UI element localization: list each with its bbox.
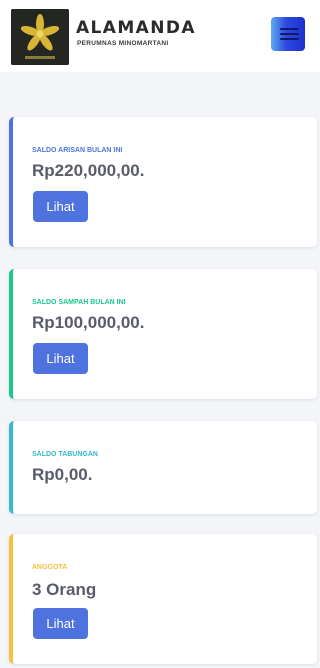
brand-subtitle: PERUMNAS MINOMARTANI [77,40,169,47]
page: ALAMANDA PERUMNAS MINOMARTANI SALDO ARIS… [0,0,320,668]
card-anggota: ANGGOTA 3 Orang Lihat [9,534,317,664]
card-label: ANGGOTA [32,564,68,571]
lihat-anggota-button[interactable]: Lihat [33,608,88,639]
top-navbar: ALAMANDA PERUMNAS MINOMARTANI [0,0,320,72]
card-value: Rp100,000,00. [32,313,145,332]
card-value: Rp220,000,00. [32,161,145,180]
hamburger-menu-icon [280,28,299,30]
card-saldo-arisan: SALDO ARISAN BULAN INI Rp220,000,00. Lih… [9,117,317,247]
card-label: SALDO SAMPAH BULAN INI [32,299,126,306]
card-label: SALDO ARISAN BULAN INI [32,147,123,154]
hamburger-menu-icon [280,38,299,40]
card-saldo-sampah: SALDO SAMPAH BULAN INI Rp100,000,00. Lih… [9,269,317,399]
star-flower-logo-icon [11,9,69,65]
lihat-arisan-button[interactable]: Lihat [33,191,88,222]
card-value: 3 Orang [32,580,97,599]
lihat-sampah-button[interactable]: Lihat [33,343,88,374]
menu-toggle-button[interactable] [271,17,305,51]
card-label: SALDO TABUNGAN [32,451,98,458]
brand-name: ALAMANDA [76,18,196,38]
card-saldo-tabungan: SALDO TABUNGAN Rp0,00. [9,421,317,514]
brand-logo[interactable] [11,9,69,65]
card-value: Rp0,00. [32,465,93,484]
hamburger-menu-icon [280,33,299,35]
